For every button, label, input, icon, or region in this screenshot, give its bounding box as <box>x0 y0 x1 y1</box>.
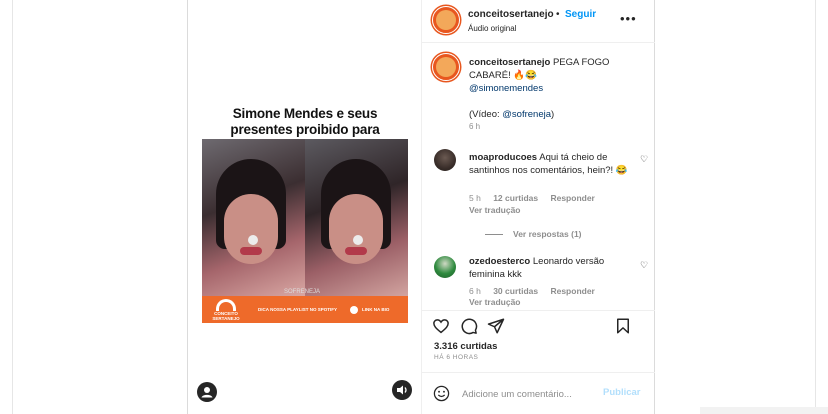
page-bottom-edge <box>700 407 828 414</box>
ring-shape <box>248 235 258 245</box>
comment-avatar[interactable] <box>434 149 456 171</box>
original-audio-link[interactable]: Áudio original <box>468 24 516 33</box>
left-divider <box>12 0 13 414</box>
caption-video-mention[interactable]: @sofreneja <box>502 109 551 120</box>
banner-promo-text: DICA NOSSA PLAYLIST NO SPOTIFY <box>258 307 338 312</box>
post-card: Simone Mendes e seus presentes proibido … <box>187 0 655 414</box>
reel-watermark: SOFRENEJA <box>284 289 321 295</box>
caption-author[interactable]: conceitosertanejo <box>469 57 550 68</box>
banner-logo-text: CONCEITO SERTANEJO <box>212 311 240 321</box>
view-replies-button[interactable]: Ver respostas (1) <box>485 229 582 239</box>
user-icon <box>201 387 213 398</box>
spotify-icon <box>350 306 358 314</box>
caption-avatar-inner <box>436 57 456 77</box>
conceito-sertanejo-logo: CONCEITO SERTANEJO <box>208 299 244 321</box>
comment-time: 6 h <box>469 286 481 296</box>
share-paper-plane-icon[interactable] <box>487 317 505 335</box>
follow-button[interactable]: Seguir <box>565 9 596 20</box>
right-divider <box>815 0 816 414</box>
reply-button[interactable]: Responder <box>550 286 594 296</box>
comment-time: 5 h <box>469 193 481 203</box>
comment-input[interactable] <box>462 386 592 402</box>
reel-photo-left-frame <box>202 139 305 296</box>
comments-section[interactable]: conceitosertanejo PEGA FOGO CABARÉ! 🔥😂 @… <box>422 44 655 309</box>
author-username[interactable]: conceitosertanejo <box>468 9 554 20</box>
save-bookmark-icon[interactable] <box>614 317 632 335</box>
comment-item: moaproducoes Aqui tá cheio de santinhos … <box>469 151 629 177</box>
logo-arc-shape <box>216 299 236 311</box>
tagged-users-button[interactable] <box>197 382 217 402</box>
like-comment-heart-icon[interactable]: ♡ <box>640 260 648 271</box>
comment-author[interactable]: moaproducoes <box>469 152 537 163</box>
comment-bubble-icon[interactable] <box>460 317 478 335</box>
reel-photo: SOFRENEJA <box>202 139 408 296</box>
like-heart-icon[interactable] <box>432 317 450 335</box>
caption-author-avatar[interactable] <box>432 53 460 81</box>
comment-author[interactable]: ozedoesterco <box>469 256 530 267</box>
mute-toggle-button[interactable] <box>392 380 412 400</box>
author-avatar-inner <box>436 10 456 30</box>
ring-shape <box>353 235 363 245</box>
caption-mention[interactable]: @simonemendes <box>469 83 543 94</box>
post-header: conceitosertanejo • Seguir Áudio origina… <box>422 0 655 43</box>
comment-likes[interactable]: 30 curtidas <box>493 286 538 296</box>
view-replies-label: Ver respostas (1) <box>513 229 582 239</box>
comment-avatar[interactable] <box>434 256 456 278</box>
more-options-icon[interactable]: ••• <box>620 11 637 26</box>
publish-button[interactable]: Publicar <box>603 387 641 398</box>
caption-video-suffix: ) <box>551 109 555 120</box>
lips-shape <box>240 247 262 255</box>
instagram-post-page: Simone Mendes e seus presentes proibido … <box>0 0 828 414</box>
post-time-ago: HÁ 6 HORAS <box>434 354 479 361</box>
comment-meta: 5 h 12 curtidas Responder <box>469 193 605 203</box>
speaker-icon <box>397 385 407 395</box>
banner-link-text: LINK NA BIO <box>362 307 390 312</box>
caption: conceitosertanejo PEGA FOGO CABARÉ! 🔥😂 @… <box>469 56 634 121</box>
translate-link[interactable]: Ver tradução <box>469 297 521 307</box>
separator-dot: • <box>556 9 560 20</box>
reel-photo-right-frame <box>305 139 408 296</box>
like-comment-heart-icon[interactable]: ♡ <box>640 154 648 165</box>
emoji-smiley-icon[interactable] <box>433 385 450 402</box>
author-avatar[interactable] <box>432 6 460 34</box>
lips-shape <box>345 247 367 255</box>
post-actions: 3.316 curtidas HÁ 6 HORAS <box>422 310 655 370</box>
caption-timestamp: 6 h <box>469 122 481 131</box>
comment-likes[interactable]: 12 curtidas <box>493 193 538 203</box>
replies-dash <box>485 234 503 236</box>
reel-promo-banner: CONCEITO SERTANEJO DICA NOSSA PLAYLIST N… <box>202 296 408 323</box>
reel-video[interactable]: Simone Mendes e seus presentes proibido … <box>188 0 422 414</box>
comment-item: ozedoesterco Leonardo versão feminina kk… <box>469 255 629 281</box>
caption-video-prefix: (Vídeo: <box>469 109 503 120</box>
likes-count[interactable]: 3.316 curtidas <box>434 341 497 352</box>
reply-button[interactable]: Responder <box>550 193 594 203</box>
comment-meta: 6 h 30 curtidas Responder <box>469 286 605 296</box>
translate-link[interactable]: Ver tradução <box>469 205 521 215</box>
comment-composer: Publicar <box>422 372 655 414</box>
post-side-panel: conceitosertanejo • Seguir Áudio origina… <box>422 0 655 414</box>
